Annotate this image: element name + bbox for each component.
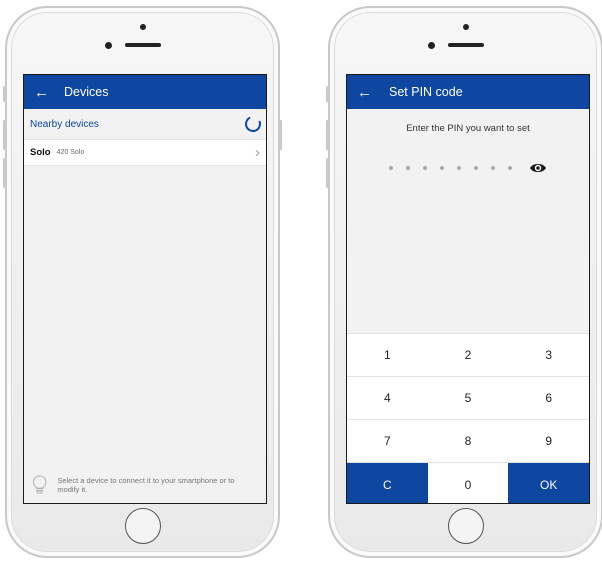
nearby-devices-header: Nearby devices — [24, 109, 266, 139]
earpiece-speaker — [125, 43, 161, 47]
mute-switch — [3, 86, 6, 102]
device-list-item[interactable]: Solo 420 Solo › — [24, 139, 266, 166]
volume-down-button — [326, 158, 329, 188]
hint-bar: Select a device to connect it to your sm… — [32, 475, 258, 495]
power-button — [279, 120, 282, 150]
phone-frame-right: ← Set PIN code Enter the PIN you want to… — [326, 6, 602, 558]
pin-dot — [491, 166, 495, 170]
section-label: Nearby devices — [30, 118, 99, 130]
volume-down-button — [3, 158, 6, 188]
pin-dot — [389, 166, 393, 170]
keypad-row: 123 — [347, 333, 589, 376]
digit-key-6[interactable]: 6 — [508, 377, 589, 419]
digit-key-1[interactable]: 1 — [347, 334, 428, 376]
digit-key-9[interactable]: 9 — [508, 420, 589, 462]
devices-screen: ← Devices Nearby devices Solo 420 Solo ›… — [23, 74, 267, 504]
device-model: 420 Solo — [56, 149, 85, 156]
page-title: Set PIN code — [389, 85, 463, 99]
back-arrow-icon[interactable]: ← — [34, 84, 52, 101]
pin-dot — [440, 166, 444, 170]
pin-dot — [457, 166, 461, 170]
chevron-right-icon: › — [255, 144, 260, 161]
pin-dot — [406, 166, 410, 170]
eye-icon[interactable] — [529, 162, 547, 174]
digit-key-8[interactable]: 8 — [428, 420, 509, 462]
volume-up-button — [3, 120, 6, 150]
device-name: Solo — [30, 147, 51, 158]
keypad-row: C 0 OK — [347, 462, 589, 503]
back-arrow-icon[interactable]: ← — [357, 84, 375, 101]
loading-spinner-icon — [242, 113, 264, 135]
earpiece-speaker — [448, 43, 484, 47]
digit-key-5[interactable]: 5 — [428, 377, 509, 419]
digit-key-4[interactable]: 4 — [347, 377, 428, 419]
keypad-row: 789 — [347, 419, 589, 462]
keypad-row: 456 — [347, 376, 589, 419]
app-bar: ← Devices — [24, 75, 266, 109]
numeric-keypad: 1 2 3 4 5 6 7 8 9 C 0 OK — [347, 333, 589, 503]
pin-dot — [423, 166, 427, 170]
digit-key-2[interactable]: 2 — [428, 334, 509, 376]
digit-key-0[interactable]: 0 — [428, 463, 509, 503]
pin-dot — [508, 166, 512, 170]
phone-frame-left: ← Devices Nearby devices Solo 420 Solo ›… — [3, 6, 282, 558]
mute-switch — [326, 86, 329, 102]
pin-dot — [474, 166, 478, 170]
proximity-sensor — [463, 24, 469, 30]
home-button[interactable] — [125, 508, 161, 544]
front-camera — [105, 42, 112, 49]
proximity-sensor — [140, 24, 146, 30]
lightbulb-icon — [32, 475, 47, 494]
pin-prompt: Enter the PIN you want to set — [406, 123, 530, 134]
front-camera — [428, 42, 435, 49]
clear-key[interactable]: C — [347, 463, 428, 503]
set-pin-screen: ← Set PIN code Enter the PIN you want to… — [346, 74, 590, 504]
page-title: Devices — [64, 85, 109, 99]
hint-text: Select a device to connect it to your sm… — [57, 475, 235, 494]
app-bar: ← Set PIN code — [347, 75, 589, 109]
volume-up-button — [326, 120, 329, 150]
digit-key-7[interactable]: 7 — [347, 420, 428, 462]
pin-dots — [347, 162, 589, 174]
ok-key[interactable]: OK — [508, 463, 589, 503]
digit-key-3[interactable]: 3 — [508, 334, 589, 376]
home-button[interactable] — [448, 508, 484, 544]
